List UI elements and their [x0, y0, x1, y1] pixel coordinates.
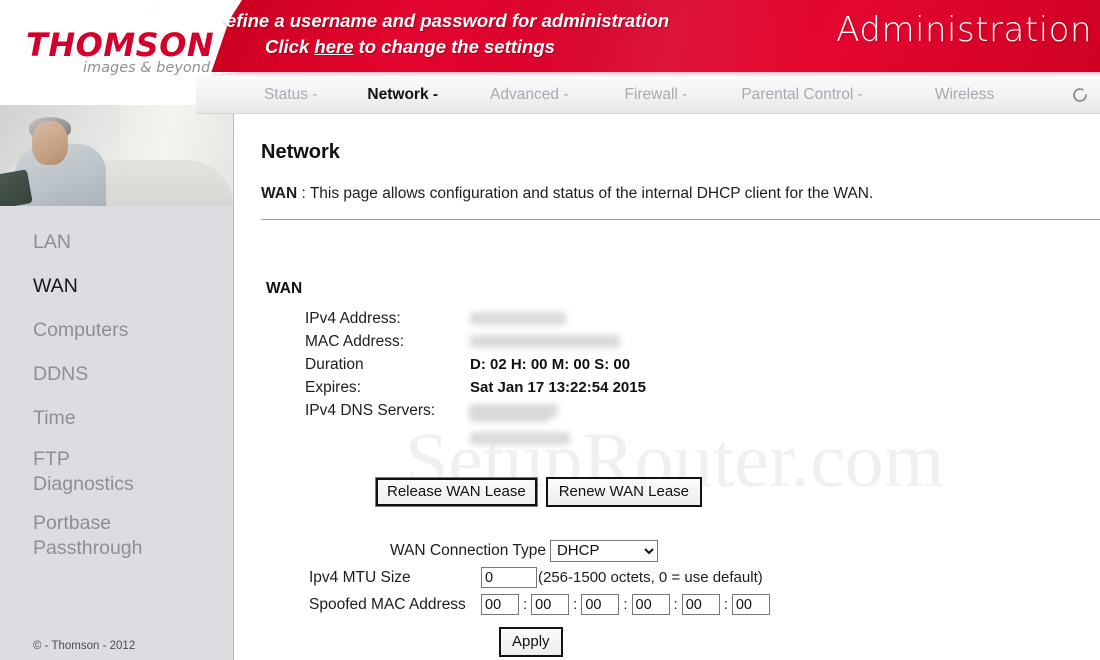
banner-here-link[interactable]: here — [314, 36, 353, 57]
release-wan-lease-button[interactable]: Release WAN Lease — [375, 477, 538, 507]
mac-separator: : — [623, 595, 628, 613]
sidebar-item-computers[interactable]: Computers — [0, 308, 233, 352]
photo-tablet-device — [0, 169, 33, 206]
wan-status-label: Duration — [305, 355, 364, 373]
wan-status-row: MAC Address: — [305, 330, 646, 353]
mtu-size-row: Ipv4 MTU Size (256-1500 octets, 0 = use … — [235, 564, 770, 591]
wan-status-label: MAC Address: — [305, 332, 405, 350]
wan-status-label: Expires: — [305, 378, 361, 396]
mtu-size-input[interactable] — [481, 567, 537, 588]
wan-config-form: WAN Connection Type DHCP Ipv4 MTU Size (… — [235, 537, 770, 618]
copyright-footer: © - Thomson - 2012 — [33, 640, 136, 652]
nav-items-container: Status - Network - Advanced - Firewall - Par… — [262, 76, 996, 114]
wan-status-value: D: 02 H: 00 M: 00 S: 00 — [470, 356, 631, 373]
wan-status-value-redacted — [470, 312, 566, 325]
sidebar-menu: LAN WAN Computers DDNS Time FTP Diagnostics Po… — [0, 220, 233, 568]
wan-status-row: Duration D: 02 H: 00 M: 00 S: 00 — [305, 353, 646, 376]
sidebar-item-lan[interactable]: LAN — [0, 220, 233, 264]
mac-separator: : — [723, 595, 728, 613]
router-admin-page: Please define a username and password fo… — [0, 0, 1100, 660]
section-title-wan: WAN — [266, 280, 303, 297]
spoofed-mac-fields: ::::: — [481, 594, 770, 615]
mtu-size-label: Ipv4 MTU Size — [309, 568, 411, 586]
spoofed-mac-octet-4[interactable] — [631, 594, 670, 615]
mac-separator: : — [573, 595, 578, 613]
mac-separator: : — [523, 595, 528, 613]
apply-row: Apply — [499, 627, 563, 657]
wan-status-row: IPv4 Address: — [305, 307, 646, 330]
page-description-separator: : — [301, 185, 306, 202]
main-content: SetupRouter.com Network WAN : This page … — [235, 115, 1100, 660]
dns-servers-extra-values — [470, 399, 570, 445]
sidebar-photo — [0, 105, 233, 206]
wan-connection-type-row: WAN Connection Type DHCP — [235, 537, 770, 564]
refresh-icon[interactable] — [1070, 85, 1090, 105]
content-divider — [261, 219, 1100, 220]
spoofed-mac-octet-2[interactable] — [531, 594, 570, 615]
photo-person-head — [32, 121, 68, 165]
lease-buttons: Release WAN Lease Renew WAN Lease — [375, 477, 703, 507]
wan-connection-type-label: WAN Connection Type — [390, 541, 546, 559]
logo-wordmark: THOMSON — [26, 26, 215, 64]
spoofed-mac-octet-6[interactable] — [731, 594, 770, 615]
spoofed-mac-octet-1[interactable] — [481, 594, 519, 615]
nav-item-firewall[interactable]: Firewall - — [622, 86, 689, 104]
wan-status-value: Sat Jan 17 13:22:54 2015 — [470, 379, 646, 396]
sidebar-item-portbase-passthrough[interactable]: Portbase Passthrough — [0, 504, 170, 568]
spoofed-mac-row: Spoofed MAC Address ::::: — [235, 591, 770, 618]
page-description-label: WAN — [261, 185, 298, 202]
page-description: WAN : This page allows configuration and… — [261, 185, 873, 203]
wan-status-label: IPv4 DNS Servers: — [305, 401, 436, 419]
dns-server-2-redacted — [470, 409, 550, 422]
wan-status-row: Expires: Sat Jan 17 13:22:54 2015 — [305, 376, 646, 399]
page-description-text: This page allows configuration and statu… — [309, 185, 874, 202]
banner-click-prefix: Click — [265, 36, 315, 57]
banner-click-suffix: to change the settings — [353, 36, 555, 57]
wan-status-label: IPv4 Address: — [305, 309, 401, 327]
page-title: Network — [261, 141, 340, 163]
header-title: Administration — [836, 10, 1092, 50]
sidebar-item-ddns[interactable]: DDNS — [0, 352, 233, 396]
logo-text-block: THOMSON images & beyond — [26, 28, 214, 76]
apply-button[interactable]: Apply — [499, 627, 563, 657]
wan-connection-type-select[interactable]: DHCP — [549, 539, 658, 562]
sidebar-item-time[interactable]: Time — [0, 396, 233, 440]
sidebar-item-ftp-diagnostics[interactable]: FTP Diagnostics — [0, 440, 170, 504]
page-header: Please define a username and password fo… — [0, 0, 1100, 76]
nav-item-wireless[interactable]: Wireless — [933, 86, 996, 104]
dns-server-3-redacted — [470, 432, 570, 445]
nav-item-network[interactable]: Network - — [365, 86, 440, 104]
sidebar: LAN WAN Computers DDNS Time FTP Diagnostics Po… — [0, 105, 234, 660]
spoofed-mac-label: Spoofed MAC Address — [309, 595, 466, 613]
nav-item-advanced[interactable]: Advanced - — [488, 86, 570, 104]
main-navigation: Status - Network - Advanced - Firewall - Par… — [196, 76, 1100, 114]
mtu-size-hint: (256-1500 octets, 0 = use default) — [538, 569, 763, 586]
spoofed-mac-octet-3[interactable] — [581, 594, 620, 615]
sidebar-item-wan[interactable]: WAN — [0, 264, 233, 308]
mac-separator: : — [673, 595, 678, 613]
renew-wan-lease-button[interactable]: Renew WAN Lease — [545, 477, 703, 507]
spoofed-mac-octet-5[interactable] — [681, 594, 720, 615]
brand-logo-area: THOMSON images & beyond — [0, 0, 236, 76]
nav-item-status[interactable]: Status - — [262, 86, 319, 104]
wan-status-value-redacted — [470, 335, 620, 348]
nav-item-parental-control[interactable]: Parental Control - — [739, 86, 864, 104]
